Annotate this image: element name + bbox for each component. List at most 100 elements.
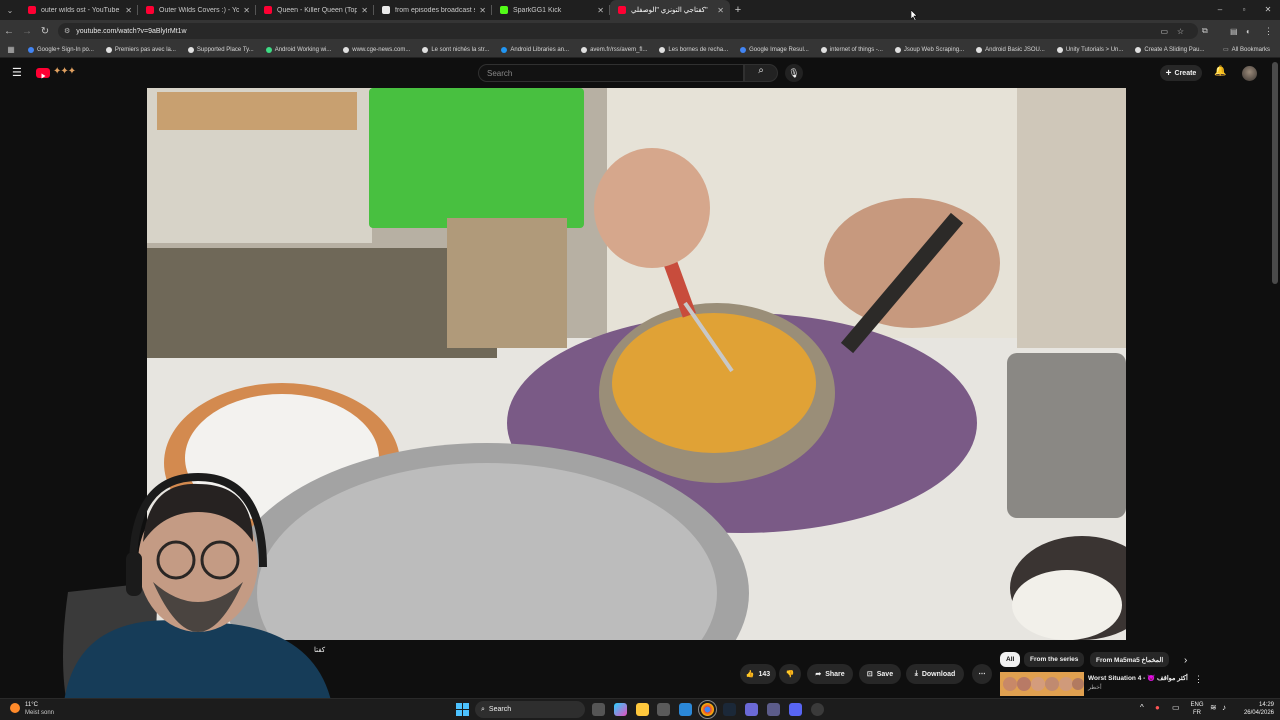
dislike-button[interactable]: 👎 — [779, 664, 801, 684]
bookmark-item[interactable]: www.cge-news.com... — [337, 46, 416, 53]
forward-icon[interactable]: → — [18, 26, 36, 37]
tray-overflow-icon[interactable]: ^ — [1140, 703, 1144, 712]
bookmark-label: Android Working wi... — [274, 46, 332, 53]
tab-close-icon[interactable]: ✕ — [243, 6, 250, 15]
tray-display-icon[interactable]: ▭ — [1172, 703, 1180, 712]
hamburger-menu-icon[interactable]: ☰ — [12, 66, 22, 79]
maximize-button[interactable]: ▫ — [1232, 0, 1256, 20]
cast-icon[interactable]: ▭ — [1160, 27, 1168, 36]
file-explorer-icon[interactable] — [636, 703, 649, 716]
minimize-button[interactable]: – — [1208, 0, 1232, 20]
page-scrollbar[interactable] — [1272, 62, 1278, 284]
copilot-icon[interactable] — [614, 703, 627, 716]
chip-all[interactable]: All — [1000, 652, 1021, 667]
windows-start-icon[interactable] — [456, 703, 469, 716]
discord-icon[interactable] — [789, 703, 802, 716]
chip-from-the-series[interactable]: From the series — [1024, 652, 1085, 667]
bookmark-item[interactable]: avem.fr/rss/avem_fl... — [575, 46, 653, 53]
recommendation-title: Worst Situation 4 - 😈 أكثر مواقف — [1088, 675, 1188, 682]
teams-icon[interactable] — [767, 703, 780, 716]
steam-icon[interactable] — [723, 703, 736, 716]
bookmark-item[interactable]: Android Basic JSOU... — [970, 46, 1051, 53]
mail-icon[interactable] — [679, 703, 692, 716]
notifications-bell-icon[interactable]: 🔔 — [1214, 66, 1226, 77]
volume-icon[interactable]: ♪ — [1222, 703, 1226, 712]
weather-widget[interactable]: 11°C Meist sonn — [10, 701, 70, 719]
youtube-logo[interactable] — [36, 68, 50, 79]
bookmark-item[interactable]: Google Image Resul... — [734, 46, 815, 53]
clock[interactable]: 14:29 26/04/2026 — [1236, 701, 1274, 717]
address-bar[interactable]: ⚙ youtube.com/watch?v=9aBlyIrMt1w ▭ ☆ — [58, 23, 1198, 39]
reload-icon[interactable]: ↻ — [36, 26, 54, 37]
save-button[interactable]: ⊡ Save — [859, 664, 901, 684]
bookmark-item[interactable]: Unity Tutorials > Un... — [1051, 46, 1130, 53]
tab-close-icon[interactable]: ✕ — [479, 6, 486, 15]
task-view-icon[interactable] — [592, 703, 605, 716]
search-button[interactable]: ⌕ — [744, 64, 778, 82]
bookmark-item[interactable]: Supported Place Ty... — [182, 46, 260, 53]
bookmark-item[interactable]: Android Working wi... — [260, 46, 338, 53]
bookmark-favicon-icon — [343, 46, 350, 53]
tab-close-icon[interactable]: ✕ — [125, 6, 132, 15]
wooden-stool — [447, 218, 567, 348]
egg-mixture — [612, 313, 816, 453]
bookmark-item[interactable]: Google+ Sign-In po... — [22, 46, 100, 53]
recommendation-subtitle: أخطر — [1088, 685, 1102, 691]
download-button[interactable]: ⤓ Download — [906, 664, 964, 684]
create-button[interactable]: + Create — [1160, 65, 1202, 81]
tab-close-icon[interactable]: ✕ — [717, 6, 724, 15]
bookmark-item[interactable]: internet of things -... — [815, 46, 889, 53]
weather-icon — [10, 703, 20, 713]
bookmark-item[interactable]: Premiers pas avec la... — [100, 46, 182, 53]
browser-tab[interactable]: outer wilds ost - YouTube ✕ — [20, 0, 138, 20]
browser-tab[interactable]: from episodes broadcast sche ✕ — [374, 0, 492, 20]
chrome-profile-icon[interactable]: ◐ — [1246, 27, 1251, 36]
store-icon[interactable] — [657, 703, 670, 716]
tab-close-icon[interactable]: ✕ — [361, 6, 368, 15]
language-indicator[interactable]: ENG FR — [1188, 701, 1206, 717]
bookmark-label: avem.fr/rss/avem_fl... — [590, 46, 648, 53]
new-tab-button[interactable]: + — [730, 4, 746, 16]
tray-app-icon[interactable]: ● — [1155, 703, 1160, 712]
taskbar-search[interactable]: ⌕ Search — [475, 701, 585, 718]
more-actions-button[interactable]: ⋯ — [972, 664, 992, 684]
apps-grid-icon[interactable]: ▦ — [0, 45, 22, 54]
tab-close-icon[interactable]: ✕ — [597, 6, 604, 15]
browser-tab[interactable]: كفتاجي التونزي "الوصفلي" ✕ — [610, 0, 730, 20]
account-avatar[interactable] — [1242, 66, 1257, 81]
browser-tab[interactable]: Queen - Killer Queen (Top Of T✕ — [256, 0, 374, 20]
recommendation-item[interactable]: Worst Situation 4 - 😈 أكثر مواقف أخطر ⋮ — [1000, 672, 1203, 696]
pc-manager-icon[interactable] — [745, 703, 758, 716]
chrome-menu-icon[interactable]: ⋮ — [1264, 26, 1273, 37]
all-bookmarks-button[interactable]: ▭ All Bookmarks — [1217, 46, 1276, 54]
bookmark-item[interactable]: Android Libraries an... — [495, 46, 575, 53]
chip-from-channel[interactable]: From Ma5ma5 المخماخ — [1090, 652, 1170, 667]
site-info-icon[interactable]: ⚙ — [64, 27, 70, 35]
extensions-icon[interactable]: ⧉ — [1202, 26, 1208, 36]
back-icon[interactable]: ← — [0, 26, 18, 37]
wifi-icon[interactable]: ≋ — [1210, 703, 1217, 712]
obs-icon[interactable] — [811, 703, 824, 716]
bookmark-item[interactable]: Le sont nichés la str... — [416, 46, 495, 53]
tab-search-button[interactable]: ⌄ — [0, 6, 20, 15]
bookmark-star-icon[interactable]: ☆ — [1177, 27, 1184, 36]
bookmark-label: Premiers pas avec la... — [114, 46, 176, 53]
browser-tab[interactable]: Outer Wilds Covers :) - YouTub✕ — [138, 0, 256, 20]
chips-next-chevron-icon[interactable]: › — [1184, 655, 1187, 666]
bookmark-item[interactable]: Jsoup Web Scraping... — [889, 46, 970, 53]
tab-title: Queen - Killer Queen (Top Of T — [277, 6, 358, 14]
chrome-icon[interactable] — [698, 700, 717, 719]
bookmark-item[interactable]: Create A Sliding Pau... — [1129, 46, 1210, 53]
bread-loaves — [157, 92, 357, 130]
close-window-button[interactable]: ✕ — [1256, 0, 1280, 20]
share-button[interactable]: ➦ Share — [807, 664, 853, 684]
like-button[interactable]: 👍 143 — [740, 664, 776, 684]
recommendation-menu-icon[interactable]: ⋮ — [1194, 674, 1203, 685]
browser-tab[interactable]: SparkGG1 Kick ✕ — [492, 0, 610, 20]
plus-icon: + — [1165, 67, 1172, 79]
bookmark-item[interactable]: Les bornes de recha... — [653, 46, 734, 53]
search-input[interactable]: Search — [478, 64, 744, 82]
voice-search-button[interactable]: 🎙 — [785, 64, 803, 82]
bookmark-label: Google Image Resul... — [749, 46, 809, 53]
profile-menu-icon[interactable]: ▤ — [1230, 27, 1238, 36]
